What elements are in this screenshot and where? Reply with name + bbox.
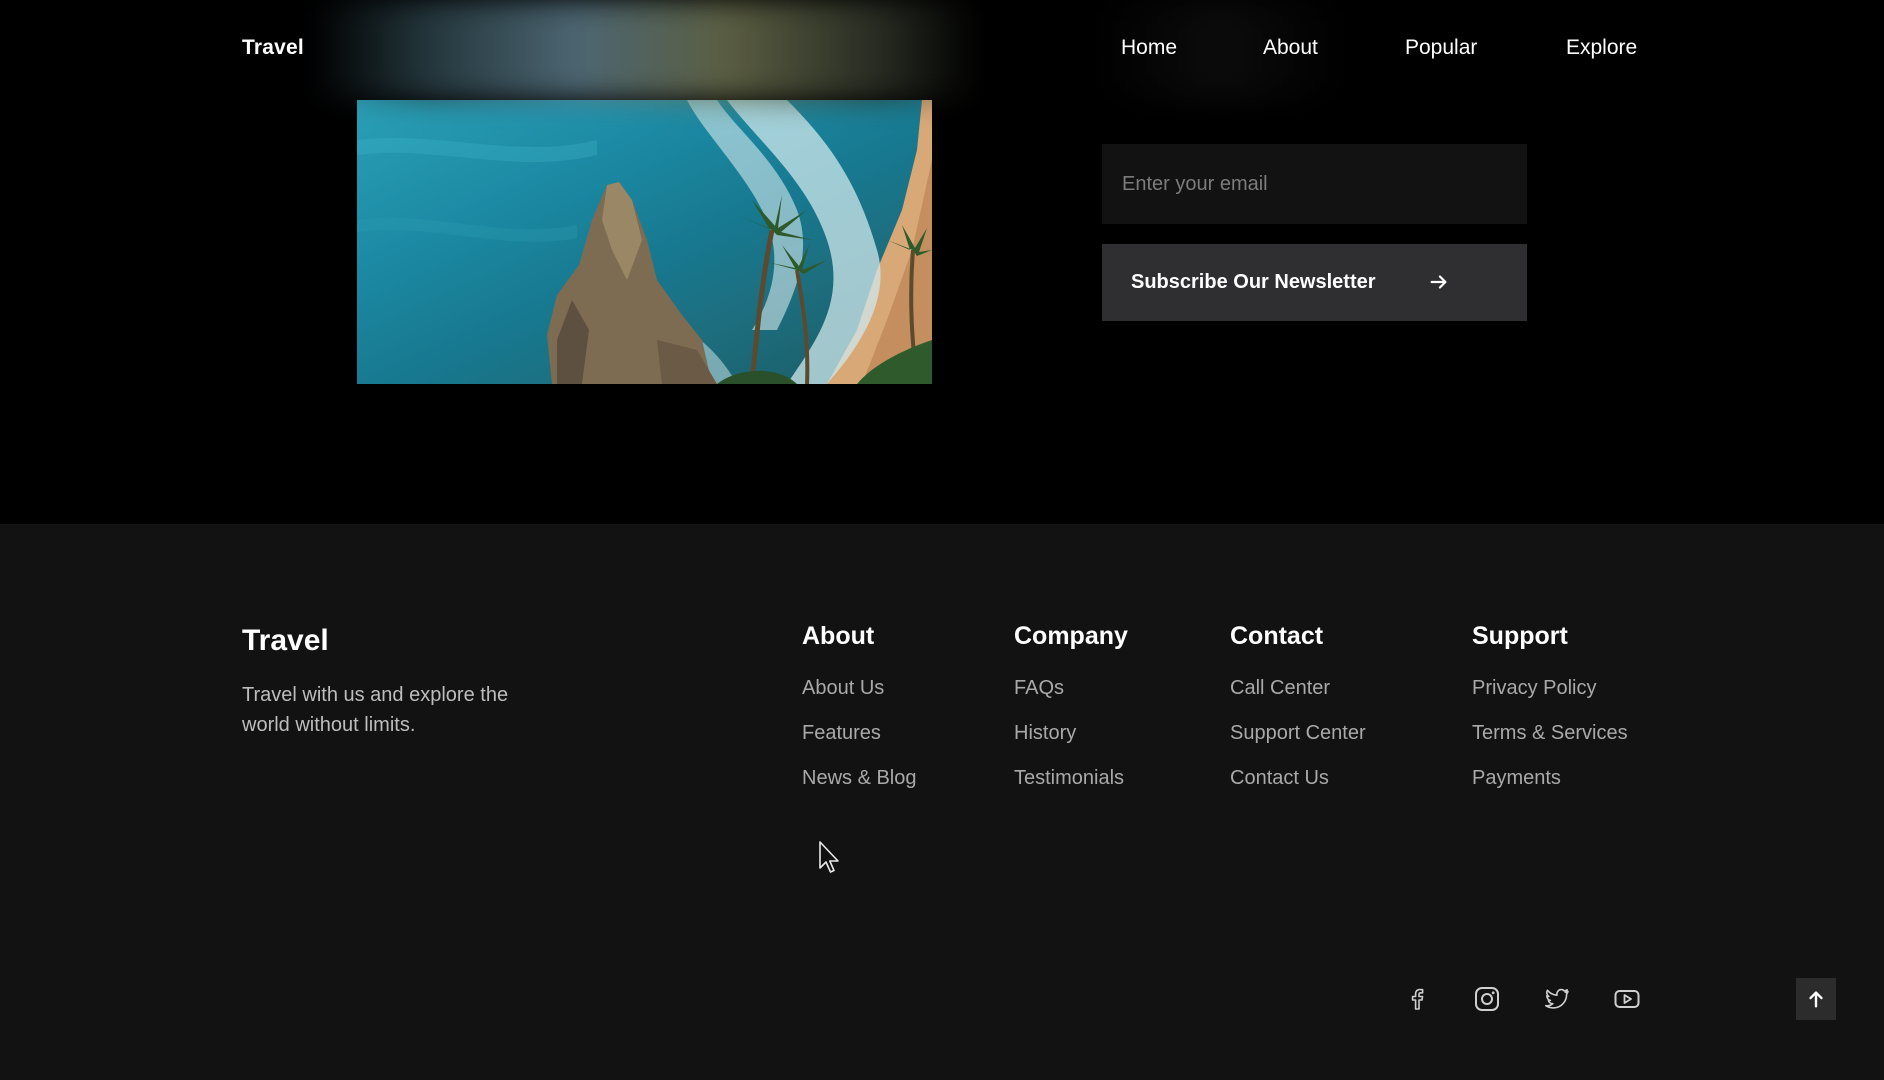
footer-link-about-us[interactable]: About Us xyxy=(802,677,917,722)
footer-column-title: Contact xyxy=(1230,622,1324,650)
footer-link-testimonials[interactable]: Testimonials xyxy=(1014,767,1128,812)
instagram-icon[interactable] xyxy=(1472,984,1502,1014)
footer-brand: Travel xyxy=(242,624,329,657)
footer-column-company: Company FAQs History Testimonials xyxy=(1014,622,1128,812)
nav-link-explore[interactable]: Explore xyxy=(1566,36,1637,60)
footer-link-news-blog[interactable]: News & Blog xyxy=(802,767,917,812)
mouse-cursor-icon xyxy=(819,841,839,873)
beach-photo xyxy=(357,100,932,384)
twitter-icon[interactable] xyxy=(1542,984,1572,1014)
nav-link-about[interactable]: About xyxy=(1263,36,1318,60)
footer-description: Travel with us and explore the world wit… xyxy=(242,684,509,736)
email-input[interactable] xyxy=(1102,144,1527,224)
footer-column-title: About xyxy=(802,622,875,650)
facebook-icon[interactable] xyxy=(1402,984,1432,1014)
site-header: Travel Home About Popular Explore xyxy=(0,0,1884,100)
footer-link-terms-services[interactable]: Terms & Services xyxy=(1472,722,1628,767)
youtube-icon[interactable] xyxy=(1612,984,1642,1014)
footer-link-support-center[interactable]: Support Center xyxy=(1230,722,1366,767)
subscribe-newsletter-button[interactable]: Subscribe Our Newsletter xyxy=(1102,244,1527,321)
subscribe-label: Subscribe Our Newsletter xyxy=(1131,271,1376,293)
footer-column-support: Support Privacy Policy Terms & Services … xyxy=(1472,622,1628,812)
footer-link-call-center[interactable]: Call Center xyxy=(1230,677,1366,722)
footer-link-privacy-policy[interactable]: Privacy Policy xyxy=(1472,677,1628,722)
footer-column-contact: Contact Call Center Support Center Conta… xyxy=(1230,622,1366,812)
arrow-up-icon xyxy=(1809,991,1823,1008)
main-nav: Home About Popular Explore xyxy=(0,36,1884,66)
nav-link-popular[interactable]: Popular xyxy=(1405,36,1477,60)
footer-link-payments[interactable]: Payments xyxy=(1472,767,1628,812)
footer-column-title: Company xyxy=(1014,622,1128,650)
footer-column-title: Support xyxy=(1472,622,1568,650)
scroll-to-top-button[interactable] xyxy=(1796,978,1836,1020)
footer-link-contact-us[interactable]: Contact Us xyxy=(1230,767,1366,812)
footer-link-features[interactable]: Features xyxy=(802,722,917,767)
nav-link-home[interactable]: Home xyxy=(1121,36,1177,60)
arrow-right-icon xyxy=(1430,275,1447,289)
footer-link-history[interactable]: History xyxy=(1014,722,1128,767)
footer-link-faqs[interactable]: FAQs xyxy=(1014,677,1128,722)
footer-column-about: About About Us Features News & Blog xyxy=(802,622,917,812)
site-footer: Travel Travel with us and explore the wo… xyxy=(0,524,1884,1080)
